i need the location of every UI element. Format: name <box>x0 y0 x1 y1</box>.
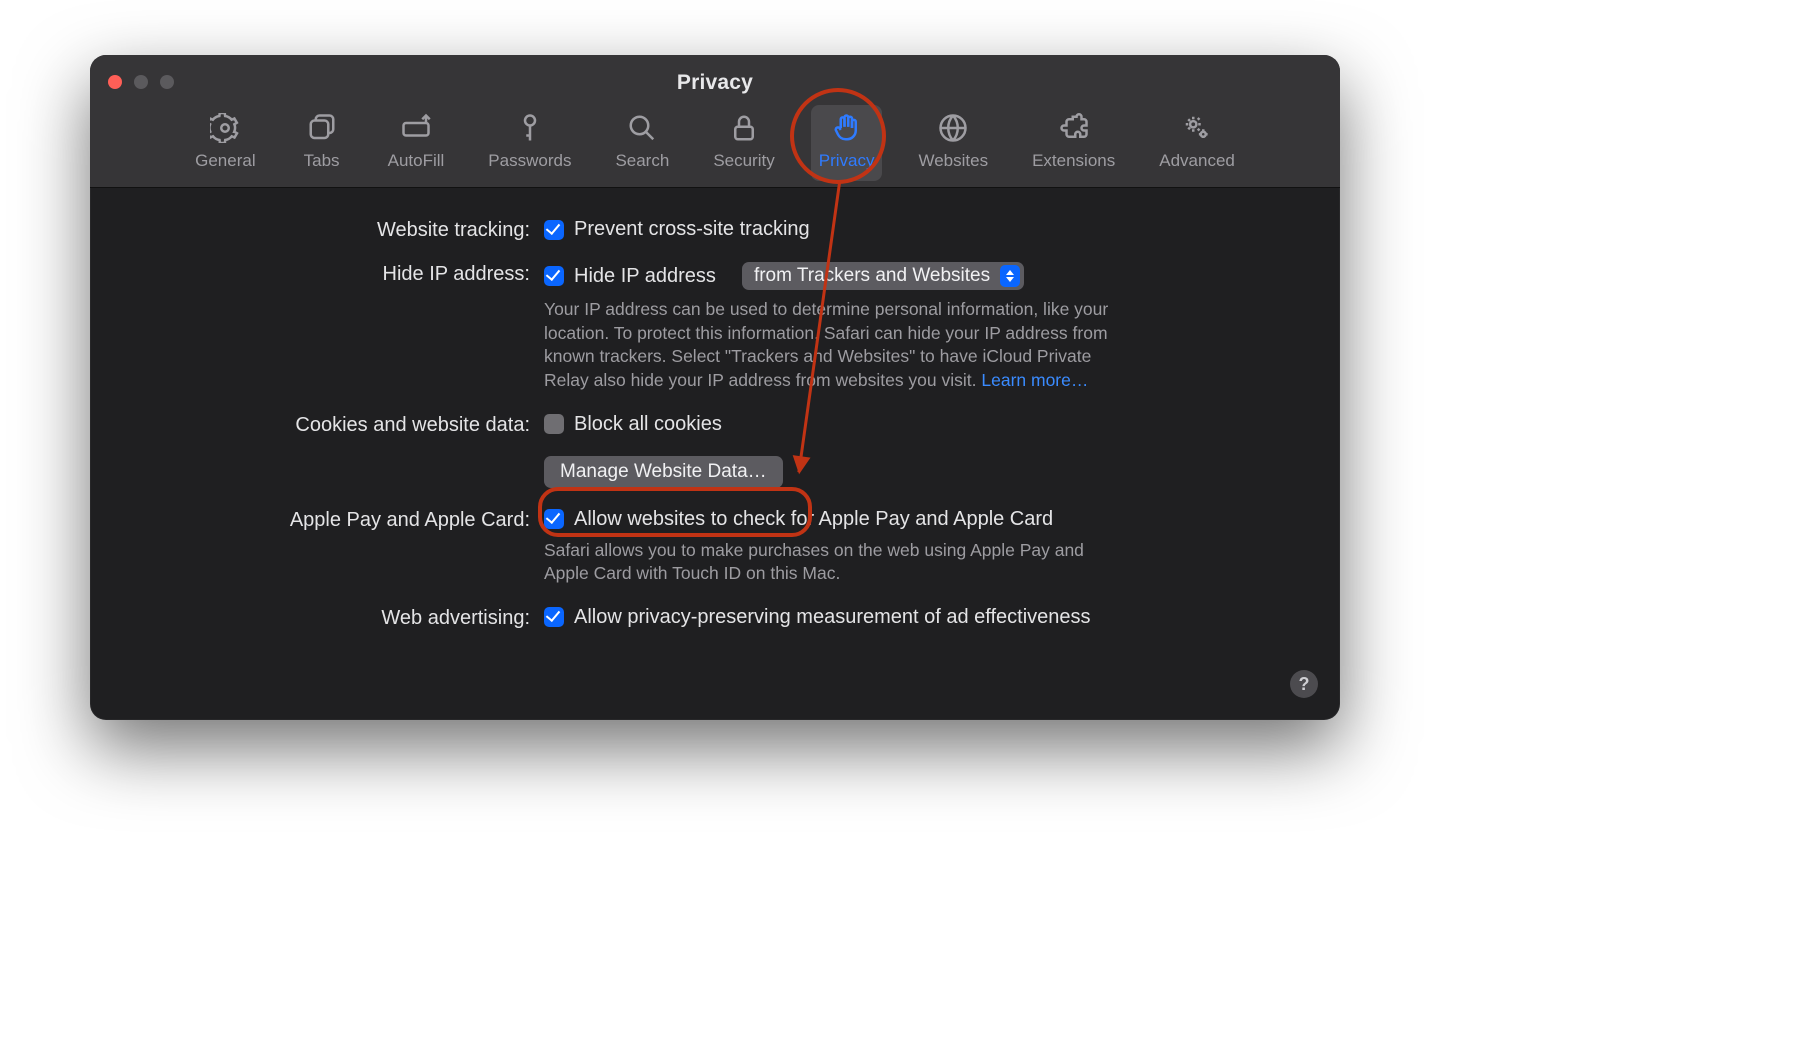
website-tracking-label: Website tracking: <box>130 218 530 242</box>
apple-pay-text: Allow websites to check for Apple Pay an… <box>574 508 1053 531</box>
tab-passwords[interactable]: Passwords <box>480 105 579 181</box>
tab-tabs[interactable]: Tabs <box>292 105 352 181</box>
block-all-cookies-checkbox[interactable] <box>544 414 564 434</box>
globe-icon <box>936 111 970 145</box>
tab-label: AutoFill <box>388 151 445 171</box>
tab-label: Search <box>615 151 669 171</box>
tab-label: Security <box>713 151 774 171</box>
chevron-updown-icon <box>1000 265 1020 287</box>
hide-ip-text: Hide IP address <box>574 265 716 288</box>
tab-label: Privacy <box>819 151 875 171</box>
apple-pay-description: Safari allows you to make purchases on t… <box>544 539 1124 586</box>
preferences-window: Privacy General Tabs <box>90 55 1340 720</box>
titlebar: Privacy General Tabs <box>90 55 1340 188</box>
tab-autofill[interactable]: AutoFill <box>380 105 453 181</box>
puzzle-icon <box>1057 111 1091 145</box>
tab-privacy[interactable]: Privacy <box>811 105 883 181</box>
prevent-cross-site-tracking-checkbox[interactable] <box>544 220 564 240</box>
tab-extensions[interactable]: Extensions <box>1024 105 1123 181</box>
tabs-icon <box>305 111 339 145</box>
tab-advanced[interactable]: Advanced <box>1151 105 1243 181</box>
hand-icon <box>830 111 864 145</box>
key-icon <box>513 111 547 145</box>
search-icon <box>625 111 659 145</box>
toolbar: General Tabs AutoFill <box>90 105 1340 181</box>
autofill-icon <box>399 111 433 145</box>
tab-security[interactable]: Security <box>705 105 782 181</box>
gear-icon <box>208 111 242 145</box>
content: Website tracking: Prevent cross-site tra… <box>90 188 1340 720</box>
tab-label: Passwords <box>488 151 571 171</box>
tab-label: Tabs <box>304 151 340 171</box>
tab-general[interactable]: General <box>187 105 263 181</box>
tab-search[interactable]: Search <box>607 105 677 181</box>
block-all-cookies-text: Block all cookies <box>574 413 722 436</box>
tab-websites[interactable]: Websites <box>910 105 996 181</box>
hide-ip-description: Your IP address can be used to determine… <box>544 298 1124 393</box>
gears-icon <box>1180 111 1214 145</box>
learn-more-link[interactable]: Learn more… <box>981 370 1088 390</box>
window-title: Privacy <box>90 71 1340 95</box>
tab-label: General <box>195 151 255 171</box>
web-advertising-text: Allow privacy-preserving measurement of … <box>574 606 1091 629</box>
tab-label: Websites <box>918 151 988 171</box>
apple-pay-label: Apple Pay and Apple Card: <box>130 508 530 532</box>
hide-ip-label: Hide IP address: <box>130 262 530 286</box>
hide-ip-popup-value: from Trackers and Websites <box>754 265 990 287</box>
manage-website-data-button[interactable]: Manage Website Data… <box>544 456 783 488</box>
help-button[interactable]: ? <box>1290 670 1318 698</box>
tab-label: Advanced <box>1159 151 1235 171</box>
tab-label: Extensions <box>1032 151 1115 171</box>
web-advertising-label: Web advertising: <box>130 606 530 630</box>
web-advertising-checkbox[interactable] <box>544 607 564 627</box>
apple-pay-checkbox[interactable] <box>544 509 564 529</box>
prevent-cross-site-tracking-text: Prevent cross-site tracking <box>574 218 810 241</box>
hide-ip-checkbox[interactable] <box>544 266 564 286</box>
hide-ip-popup[interactable]: from Trackers and Websites <box>742 262 1024 290</box>
cookies-label: Cookies and website data: <box>130 413 530 437</box>
lock-icon <box>727 111 761 145</box>
